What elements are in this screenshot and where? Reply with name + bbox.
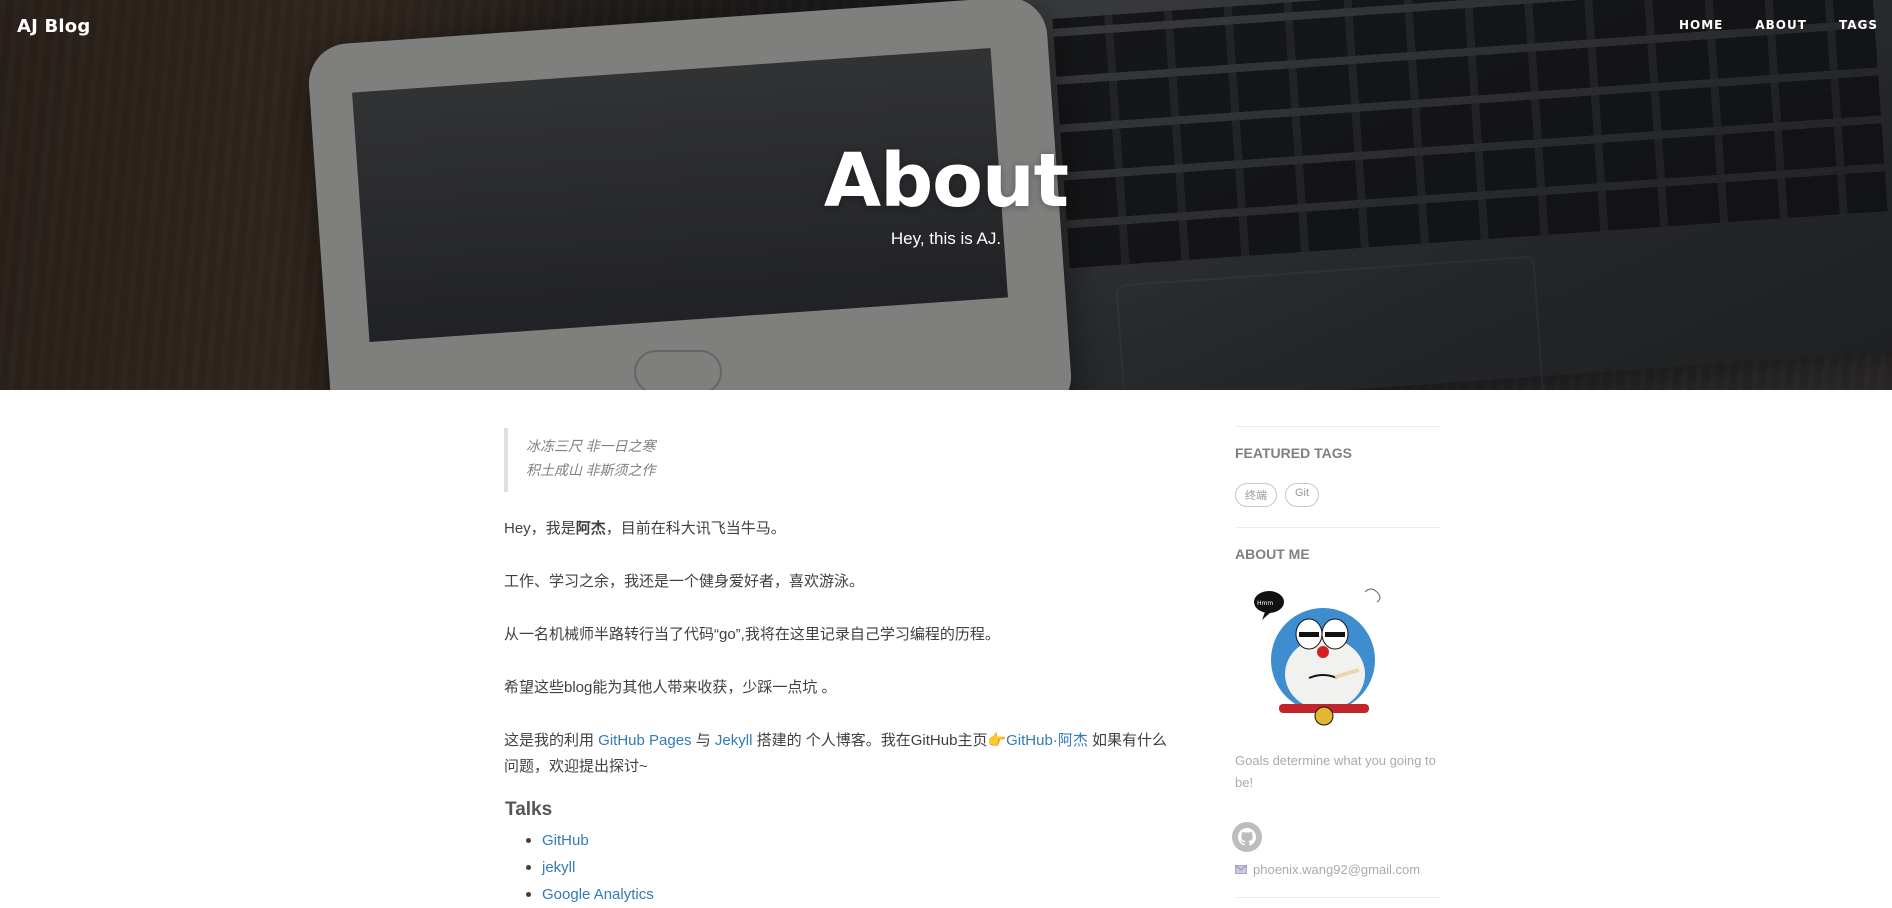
talk-link-jekyll[interactable]: jekyll bbox=[542, 859, 575, 876]
paragraph: 这是我的利用 GitHub Pages 与 Jekyll 搭建的 个人博客。我在… bbox=[504, 728, 1174, 780]
tag-list: 终端 Git bbox=[1235, 483, 1441, 507]
talks-section: Talks GitHub jekyll Google Analytics bbox=[504, 799, 1174, 908]
page-subtitle: Hey, this is AJ. bbox=[890, 229, 1002, 248]
list-item: Google Analytics bbox=[542, 881, 1174, 908]
github-social-button[interactable] bbox=[1232, 822, 1262, 852]
pointing-hand-icon: 👉 bbox=[987, 732, 1007, 749]
nav-about-link[interactable]: ABOUT bbox=[1755, 18, 1807, 32]
text: 搭建的 个人博客。我在GitHub主页 bbox=[752, 732, 988, 749]
text: Hey，我是 bbox=[504, 520, 576, 537]
intro-quote: 冰冻三尺 非一日之寒 积土成山 非斯须之作 bbox=[504, 428, 1174, 492]
github-profile-link[interactable]: GitHub·阿杰 bbox=[1006, 732, 1088, 749]
about-me-heading: ABOUT ME bbox=[1235, 546, 1310, 562]
text: 与 bbox=[691, 732, 715, 749]
jekyll-link[interactable]: Jekyll bbox=[715, 732, 753, 749]
email-link[interactable]: phoenix.wang92@gmail.com bbox=[1253, 862, 1420, 877]
about-me-section: ABOUT ME Hmm Goals determine what you go… bbox=[1232, 527, 1441, 877]
page-title: About bbox=[823, 138, 1069, 224]
nav-tags-link[interactable]: TAGS bbox=[1839, 18, 1878, 32]
sidebar: FEATURED TAGS 终端 Git ABOUT ME Hmm Goals … bbox=[1232, 426, 1441, 898]
paragraph: Hey，我是阿杰，目前在科大讯飞当牛马。 bbox=[504, 516, 1174, 542]
talks-heading: Talks bbox=[505, 799, 553, 820]
list-item: GitHub bbox=[542, 827, 1174, 854]
text: ，目前在科大讯飞当牛马。 bbox=[605, 520, 786, 537]
tag-terminal[interactable]: 终端 bbox=[1235, 483, 1277, 507]
paragraph: 希望这些blog能为其他人带来收获，少踩一点坑 。 bbox=[504, 679, 837, 696]
nav-home-link[interactable]: HOME bbox=[1679, 18, 1723, 32]
featured-tags-section: FEATURED TAGS 终端 Git bbox=[1235, 426, 1441, 507]
envelope-icon bbox=[1235, 865, 1247, 874]
brand-link[interactable]: AJ Blog bbox=[17, 16, 90, 37]
paragraph: 工作、学习之余，我还是一个健身爱好者，喜欢游泳。 bbox=[504, 573, 865, 590]
talk-link-google-analytics[interactable]: Google Analytics bbox=[542, 886, 654, 903]
post-content: 冰冻三尺 非一日之寒 积土成山 非斯须之作 Hey，我是阿杰，目前在科大讯飞当牛… bbox=[504, 428, 1174, 908]
about-me-text: Goals determine what you going to be! bbox=[1235, 753, 1436, 790]
text: 这是我的利用 bbox=[504, 732, 599, 749]
list-item: jekyll bbox=[542, 854, 1174, 881]
talks-list: GitHub jekyll Google Analytics bbox=[504, 827, 1174, 908]
tag-git[interactable]: Git bbox=[1285, 483, 1320, 507]
github-pages-link[interactable]: GitHub Pages bbox=[598, 732, 691, 749]
featured-tags-heading: FEATURED TAGS bbox=[1235, 445, 1352, 461]
avatar: Hmm bbox=[1235, 582, 1389, 728]
github-icon bbox=[1238, 828, 1256, 846]
bold-name: 阿杰 bbox=[575, 520, 606, 537]
top-nav: HOME ABOUT TAGS bbox=[1647, 18, 1878, 32]
paragraph: 从一名机械师半路转行当了代码“go”,我将在这里记录自己学习编程的历程。 bbox=[504, 626, 1000, 643]
email-row: phoenix.wang92@gmail.com bbox=[1235, 862, 1441, 877]
svg-text:Hmm: Hmm bbox=[1257, 600, 1273, 607]
quote-line: 积土成山 非斯须之作 bbox=[526, 464, 656, 479]
hero-header: AJ Blog HOME ABOUT TAGS About Hey, this … bbox=[0, 0, 1892, 390]
quote-line: 冰冻三尺 非一日之寒 bbox=[526, 440, 656, 455]
doraemon-avatar-image: Hmm bbox=[1235, 582, 1389, 728]
sidebar-divider bbox=[1235, 897, 1441, 898]
talk-link-github[interactable]: GitHub bbox=[542, 832, 589, 849]
